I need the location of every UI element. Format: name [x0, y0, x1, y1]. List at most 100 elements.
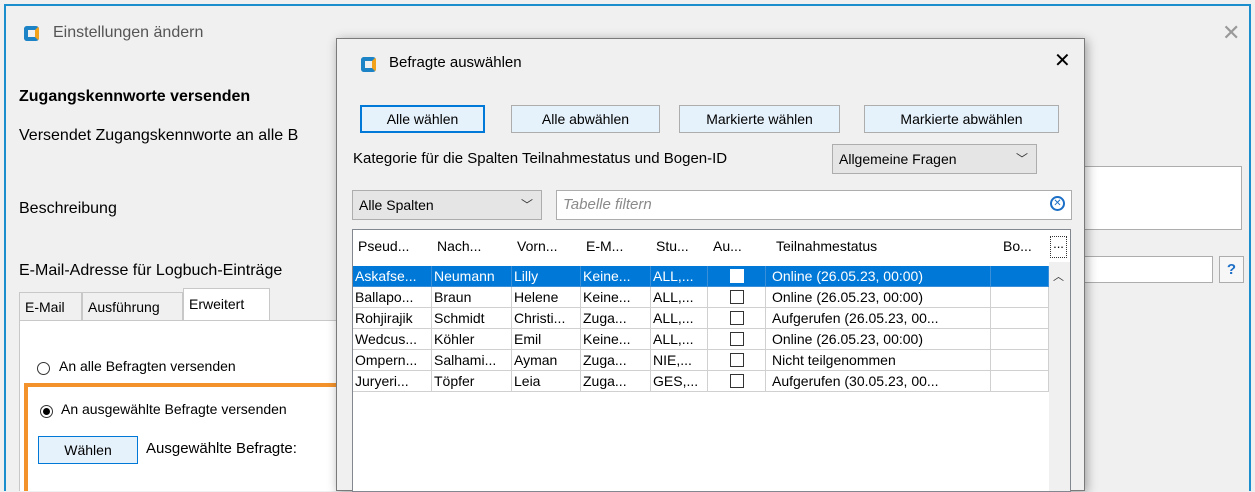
category-select-value: Allgemeine Fragen	[839, 151, 957, 167]
column-header[interactable]: Au...	[708, 230, 766, 262]
table-cell: ALL,...	[651, 287, 708, 308]
table-cell: Braun	[432, 287, 512, 308]
checkbox-cell	[708, 308, 766, 329]
scroll-up-icon[interactable]: ︿	[1053, 268, 1064, 284]
table-cell: Keine...	[581, 266, 651, 287]
table-cell	[991, 371, 1049, 392]
table-cell: Ompern...	[353, 350, 432, 371]
window-title: Einstellungen ändern	[53, 24, 204, 41]
filter-placeholder: Tabelle filtern	[563, 196, 652, 213]
table-cell: Wedcus...	[353, 329, 432, 350]
tab-ausfuehrung[interactable]: Ausführung	[82, 292, 183, 320]
table-cell: Ballapo...	[353, 287, 432, 308]
table-cell: ALL,...	[651, 329, 708, 350]
table-cell: Köhler	[432, 329, 512, 350]
table-cell	[991, 350, 1049, 371]
table-cell: Salhami...	[432, 350, 512, 371]
table-cell: Online (26.05.23, 00:00)	[766, 329, 991, 350]
radio-selected[interactable]	[40, 405, 53, 418]
row-checkbox[interactable]	[730, 290, 744, 304]
tab-erweitert[interactable]: Erweitert	[183, 288, 270, 321]
row-checkbox[interactable]	[730, 374, 744, 388]
radio-all-label: An alle Befragten versenden	[59, 358, 236, 374]
table-cell: Online (26.05.23, 00:00)	[766, 287, 991, 308]
table-cell: Schmidt	[432, 308, 512, 329]
deselect-all-button[interactable]: Alle abwählen	[511, 105, 660, 133]
column-header[interactable]: Stu...	[651, 230, 708, 262]
table-cell	[991, 287, 1049, 308]
description-label: Beschreibung	[19, 200, 117, 217]
table-cell: Emil	[512, 329, 581, 350]
checkbox-cell	[708, 287, 766, 308]
deselect-marked-button[interactable]: Markierte abwählen	[864, 105, 1059, 133]
checkbox-cell	[708, 371, 766, 392]
dialog-logo-icon	[361, 57, 376, 72]
table-cell: Töpfer	[432, 371, 512, 392]
table-cell: Aufgerufen (26.05.23, 00...	[766, 308, 991, 329]
clear-filter-icon[interactable]: ✕	[1050, 196, 1065, 211]
close-icon[interactable]: ✕	[1222, 22, 1240, 44]
select-respondents-dialog: Befragte auswählen ✕ Alle wählen Alle ab…	[336, 38, 1085, 492]
table-cell	[991, 266, 1049, 287]
column-header[interactable]: Nach...	[432, 230, 512, 262]
selected-respondents-label: Ausgewählte Befragte:	[146, 440, 297, 457]
section-description: Versendet Zugangskennworte an alle B	[19, 127, 299, 144]
radio-all[interactable]	[37, 362, 50, 375]
table-cell: Nicht teilgenommen	[766, 350, 991, 371]
column-header[interactable]: Teilnahmestatus	[766, 230, 991, 262]
table-cell: Rohjirajik	[353, 308, 432, 329]
table-cell: Leia	[512, 371, 581, 392]
row-checkbox[interactable]	[730, 311, 744, 325]
table-cell: Juryeri...	[353, 371, 432, 392]
row-checkbox[interactable]	[730, 269, 744, 283]
radio-selected-label: An ausgewählte Befragte versenden	[61, 401, 287, 417]
vertical-scrollbar[interactable]: ︿	[1049, 262, 1070, 491]
dialog-close-icon[interactable]: ✕	[1054, 51, 1071, 71]
table-cell: Online (26.05.23, 00:00)	[766, 266, 991, 287]
table-cell: ALL,...	[651, 308, 708, 329]
row-checkbox[interactable]	[730, 332, 744, 346]
checkbox-cell	[708, 329, 766, 350]
app-logo-icon	[24, 26, 39, 41]
table-cell	[991, 308, 1049, 329]
dialog-title: Befragte auswählen	[389, 54, 522, 71]
tab-email[interactable]: E-Mail	[19, 292, 82, 320]
logbook-label: E-Mail-Adresse für Logbuch-Einträge	[19, 262, 283, 279]
table-cell: Ayman	[512, 350, 581, 371]
table-cell: Neumann	[432, 266, 512, 287]
section-title: Zugangskennworte versenden	[19, 88, 251, 105]
checkbox-cell	[708, 350, 766, 371]
table-cell: Zuga...	[581, 308, 651, 329]
table-cell: Christi...	[512, 308, 581, 329]
table-cell: Askafse...	[353, 266, 432, 287]
column-header[interactable]: E-M...	[581, 230, 651, 262]
column-header[interactable]: Bo...	[991, 230, 1046, 262]
row-checkbox[interactable]	[730, 353, 744, 367]
help-button[interactable]: ?	[1219, 256, 1244, 283]
column-header[interactable]: Pseud...	[353, 230, 432, 262]
chevron-down-icon: ﹀	[520, 198, 533, 212]
column-chooser-button[interactable]: ...	[1050, 236, 1067, 258]
select-all-button[interactable]: Alle wählen	[360, 105, 485, 133]
category-label: Kategorie für die Spalten Teilnahmestatu…	[353, 150, 728, 167]
table-cell: Zuga...	[581, 350, 651, 371]
choose-button[interactable]: Wählen	[38, 436, 138, 464]
category-select[interactable]: Allgemeine Fragen ﹀	[832, 144, 1037, 174]
respondents-table: Pseud... Nach... Vorn... E-M... Stu... A…	[352, 229, 1071, 492]
checkbox-cell	[708, 266, 766, 287]
description-field[interactable]	[1084, 166, 1242, 230]
column-header[interactable]: Vorn...	[512, 230, 581, 262]
table-cell: GES,...	[651, 371, 708, 392]
columns-select-value: Alle Spalten	[359, 197, 434, 213]
table-filter-input[interactable]: Tabelle filtern ✕	[556, 190, 1072, 220]
table-cell: Aufgerufen (30.05.23, 00...	[766, 371, 991, 392]
table-cell: Keine...	[581, 287, 651, 308]
table-cell: NIE,...	[651, 350, 708, 371]
chevron-down-icon: ﹀	[1015, 152, 1028, 166]
logbook-email-input[interactable]	[1084, 256, 1213, 283]
columns-select[interactable]: Alle Spalten ﹀	[352, 190, 542, 220]
select-marked-button[interactable]: Markierte wählen	[679, 105, 840, 133]
table-cell: Lilly	[512, 266, 581, 287]
table-cell: Keine...	[581, 329, 651, 350]
table-cell: ALL,...	[651, 266, 708, 287]
